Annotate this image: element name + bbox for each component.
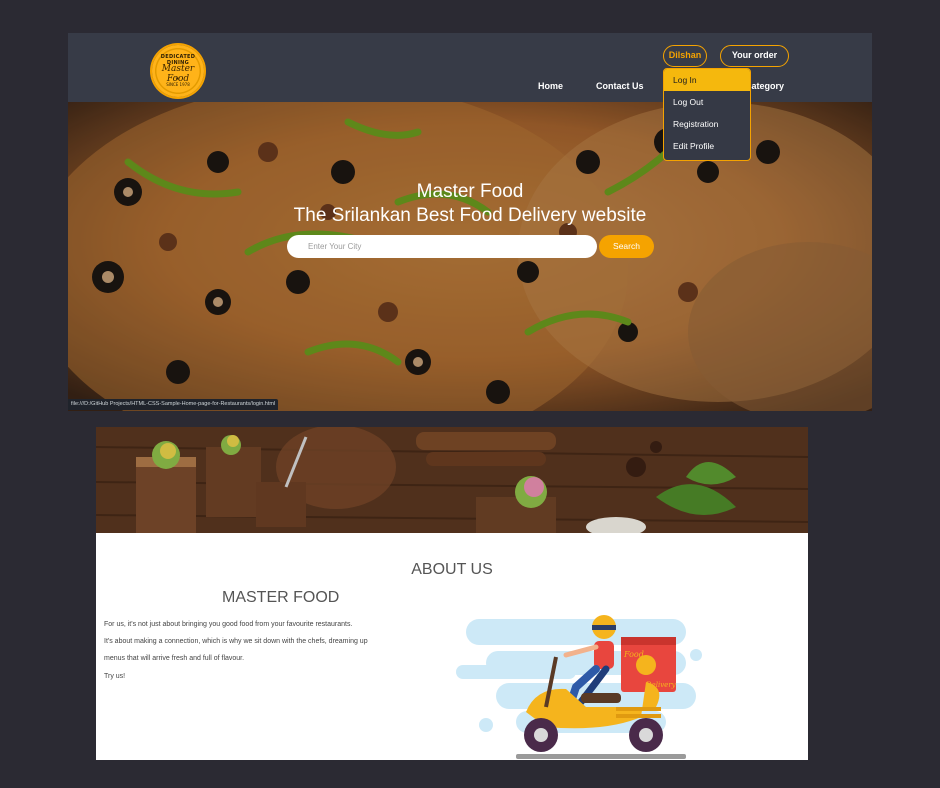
your-order-button[interactable]: Your order <box>720 45 789 67</box>
scooter-delivery-icon: Food Delivery <box>456 615 702 759</box>
dropdown-item-edit-profile[interactable]: Edit Profile <box>664 135 750 157</box>
user-dropdown-menu: Log In Log Out Registration Edit Profile <box>663 68 751 161</box>
dessert-banner-image <box>96 427 808 533</box>
nav-home-link[interactable]: Home <box>538 81 563 91</box>
homepage-screenshot: DEDICATED DINING Master Food ★ SINCE 197… <box>68 33 872 411</box>
about-paragraph-4: Try us! <box>104 673 126 680</box>
dropdown-item-login[interactable]: Log In <box>664 69 750 91</box>
dessert-banner-graphic <box>96 427 808 533</box>
hero-subtitle: The Srilankan Best Food Delivery website <box>293 205 647 226</box>
about-paragraph-3: menus that will arrive fresh and full of… <box>104 655 245 662</box>
about-paragraph-1: For us, it's not just about bringing you… <box>104 621 353 628</box>
master-food-logo[interactable]: DEDICATED DINING Master Food ★ SINCE 197… <box>152 45 204 97</box>
about-title: ABOUT US <box>411 561 493 578</box>
about-paragraph-2: It's about making a connection, which is… <box>104 638 368 645</box>
dropdown-item-logout[interactable]: Log Out <box>664 91 750 113</box>
about-section: ABOUT US MASTER FOOD For us, it's not ju… <box>96 533 808 760</box>
about-screenshot: ABOUT US MASTER FOOD For us, it's not ju… <box>96 427 808 760</box>
navbar: DEDICATED DINING Master Food ★ SINCE 197… <box>68 33 872 102</box>
box-text-top: Food <box>623 650 644 659</box>
user-menu-button[interactable]: Dilshan <box>663 45 707 67</box>
nav-contact-link[interactable]: Contact Us <box>596 81 644 91</box>
status-bar-url: file:///D:/GitHub Projects/HTML-CSS-Samp… <box>68 399 279 410</box>
dropdown-item-registration[interactable]: Registration <box>664 113 750 135</box>
search-button[interactable]: Search <box>599 235 654 258</box>
city-search-input[interactable] <box>287 235 597 258</box>
about-brand-heading: MASTER FOOD <box>222 589 340 606</box>
hero-section: Master Food The Srilankan Best Food Deli… <box>68 102 872 411</box>
hero-title: Master Food <box>416 181 524 202</box>
logo-bottom-text: SINCE 1978 <box>166 82 190 87</box>
